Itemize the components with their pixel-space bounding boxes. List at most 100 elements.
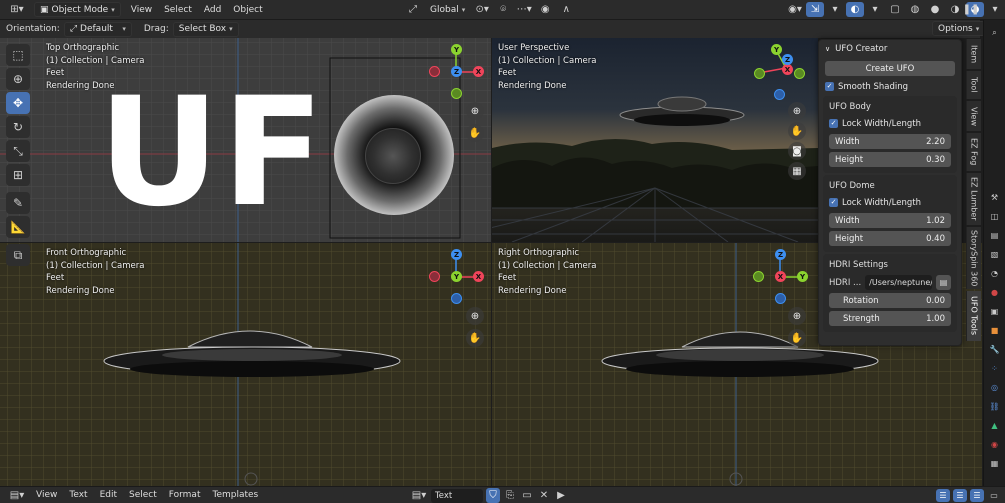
view-layer-icon[interactable]: ▧ — [988, 247, 1002, 261]
editor-type-icon[interactable]: ⊞▾ — [4, 2, 30, 17]
viewport-top-ortho[interactable]: UF Top Orthographic (1) Collection | Cam… — [0, 38, 491, 242]
collection-properties-icon[interactable]: ▣ — [988, 304, 1002, 318]
menu-text[interactable]: Text — [63, 490, 93, 500]
zoom-icon[interactable]: ⊕ — [466, 307, 484, 325]
shading-wireframe-icon[interactable]: ◍ — [906, 2, 924, 17]
panel-header[interactable]: ∨ UFO Creator — [819, 40, 961, 58]
gizmo-y-axis[interactable]: Y — [797, 271, 808, 282]
syntax-highlight-icon[interactable]: ☰ — [970, 489, 984, 502]
snap-target-icon[interactable]: ⋯▾ — [515, 2, 533, 17]
output-properties-icon[interactable]: ▤ — [988, 228, 1002, 242]
navigation-gizmo[interactable]: Z Y X — [752, 249, 812, 305]
gizmo-y-axis[interactable]: Y — [451, 44, 462, 55]
smooth-shading-checkbox[interactable]: ✓ Smooth Shading — [825, 79, 955, 94]
menu-select[interactable]: Select — [123, 490, 163, 500]
tab-item[interactable]: Item — [966, 39, 981, 69]
pan-hand-icon[interactable]: ✋ — [466, 124, 484, 142]
gizmo-neg-x[interactable] — [754, 68, 765, 79]
snap-icon[interactable]: ⌾ — [494, 2, 512, 17]
text-block-field[interactable]: Text — [431, 488, 483, 503]
tab-view[interactable]: View — [966, 101, 981, 131]
live-edit-icon[interactable]: ▭ — [987, 489, 1001, 502]
scene-properties-icon[interactable]: ◔ — [988, 266, 1002, 280]
gizmo-z-axis[interactable]: Z — [451, 66, 462, 77]
transform-icon[interactable]: ⊞ — [6, 164, 30, 186]
body-height-field[interactable]: Height 0.30 — [829, 152, 951, 167]
gizmo-neg-y[interactable] — [451, 88, 462, 99]
tab-ufo-tools[interactable]: UFO Tools — [966, 291, 981, 341]
gizmo-x-axis[interactable]: X — [782, 64, 793, 75]
gizmo-neg-y[interactable] — [753, 271, 764, 282]
tab-ez-fog[interactable]: EZ Fog — [966, 133, 981, 171]
data-properties-icon[interactable]: ▲ — [988, 418, 1002, 432]
material-properties-icon[interactable]: ◉ — [988, 437, 1002, 451]
transform-orientation-dropdown[interactable]: Global ▾ — [425, 2, 470, 17]
menu-select[interactable]: Select — [158, 5, 198, 15]
search-icon[interactable]: ⌕ — [988, 26, 1002, 40]
gizmo-z-axis[interactable]: Z — [775, 249, 786, 260]
tab-ez-lumber[interactable]: EZ Lumber — [966, 173, 981, 225]
gizmo-x-axis[interactable]: X — [775, 271, 786, 282]
dome-height-field[interactable]: Height 0.40 — [829, 231, 951, 246]
viewport-user-perspective[interactable]: User Perspective (1) Collection | Camera… — [492, 38, 818, 242]
editor-type-icon[interactable]: ▤▾ — [4, 488, 30, 503]
dome-width-field[interactable]: Width 1.02 — [829, 213, 951, 228]
proportional-edit-icon[interactable]: ◉ — [536, 2, 554, 17]
viewport-front-ortho[interactable]: Front Orthographic (1) Collection | Came… — [0, 243, 491, 486]
shading-options-icon[interactable]: ▾ — [986, 2, 1004, 17]
gizmo-z-axis[interactable]: Z — [782, 54, 793, 65]
drag-dropdown[interactable]: Select Box ▾ — [172, 21, 239, 37]
rotate-icon[interactable]: ↻ — [6, 116, 30, 138]
shading-solid-icon[interactable]: ● — [926, 2, 944, 17]
tool-properties-icon[interactable]: ⚒ — [988, 190, 1002, 204]
object-properties-icon[interactable]: ■ — [988, 323, 1002, 337]
move-icon[interactable]: ✥ — [6, 92, 30, 114]
menu-object[interactable]: Object — [227, 5, 268, 15]
zoom-icon[interactable]: ⊕ — [788, 307, 806, 325]
line-numbers-icon[interactable]: ☰ — [936, 489, 950, 502]
xray-icon[interactable]: ▾ — [866, 2, 884, 17]
word-wrap-icon[interactable]: ☰ — [953, 489, 967, 502]
overlay-dropdown-icon[interactable]: ▾ — [826, 2, 844, 17]
menu-view[interactable]: View — [30, 490, 63, 500]
orientation-dropdown[interactable]: ⤢ Default ▾ — [63, 21, 132, 37]
xray-toggle-icon[interactable]: ▢ — [886, 2, 904, 17]
gizmo-neg-z[interactable] — [774, 89, 785, 100]
fake-user-shield-icon[interactable]: ⛉ — [486, 488, 500, 503]
gizmo-neg-x[interactable] — [429, 66, 440, 77]
close-text-icon[interactable]: ✕ — [537, 488, 551, 503]
gizmo-x-axis[interactable]: X — [473, 66, 484, 77]
gizmo-toggle-icon[interactable]: ⇲ — [806, 2, 824, 17]
menu-view[interactable]: View — [125, 5, 158, 15]
particles-properties-icon[interactable]: ⁘ — [988, 361, 1002, 375]
create-ufo-button[interactable]: Create UFO — [825, 61, 955, 76]
modifier-properties-icon[interactable]: 🔧 — [988, 342, 1002, 356]
hdri-rotation-field[interactable]: Rotation 0.00 — [829, 293, 951, 308]
menu-edit[interactable]: Edit — [94, 490, 123, 500]
gizmo-z-axis[interactable]: Z — [451, 249, 462, 260]
gizmo-y-axis[interactable]: Y — [771, 44, 782, 55]
visibility-icon[interactable]: ◉▾ — [786, 2, 804, 17]
open-text-icon[interactable]: ▭ — [520, 488, 534, 503]
scale-icon[interactable]: ⤡ — [6, 140, 30, 162]
perspective-toggle-icon[interactable]: ▦ — [788, 162, 806, 180]
cursor-icon[interactable]: ⊕ — [6, 68, 30, 90]
folder-icon[interactable]: ▤ — [936, 275, 951, 290]
gizmo-y-axis[interactable]: Y — [451, 271, 462, 282]
body-width-field[interactable]: Width 2.20 — [829, 134, 951, 149]
zoom-icon[interactable]: ⊕ — [466, 102, 484, 120]
navigation-gizmo[interactable]: Y X Z — [428, 44, 488, 100]
render-properties-icon[interactable]: ◫ — [988, 209, 1002, 223]
mode-dropdown[interactable]: ▣ Object Mode ▾ — [34, 2, 121, 17]
new-text-icon[interactable]: ⎘ — [503, 488, 517, 503]
navigation-gizmo[interactable]: Z X Y — [428, 249, 488, 305]
tab-storyspin-360[interactable]: StorySpin 360 — [966, 227, 981, 289]
text-datablock-icon[interactable]: ▤▾ — [410, 488, 428, 503]
navigation-gizmo[interactable]: Y X Z — [752, 42, 808, 102]
add-cube-icon[interactable]: ⧉ — [6, 244, 30, 266]
gizmo-neg-z[interactable] — [775, 293, 786, 304]
menu-format[interactable]: Format — [163, 490, 207, 500]
physics-properties-icon[interactable]: ◎ — [988, 380, 1002, 394]
overlays-icon[interactable]: ◐ — [846, 2, 864, 17]
world-properties-icon[interactable]: ● — [988, 285, 1002, 299]
